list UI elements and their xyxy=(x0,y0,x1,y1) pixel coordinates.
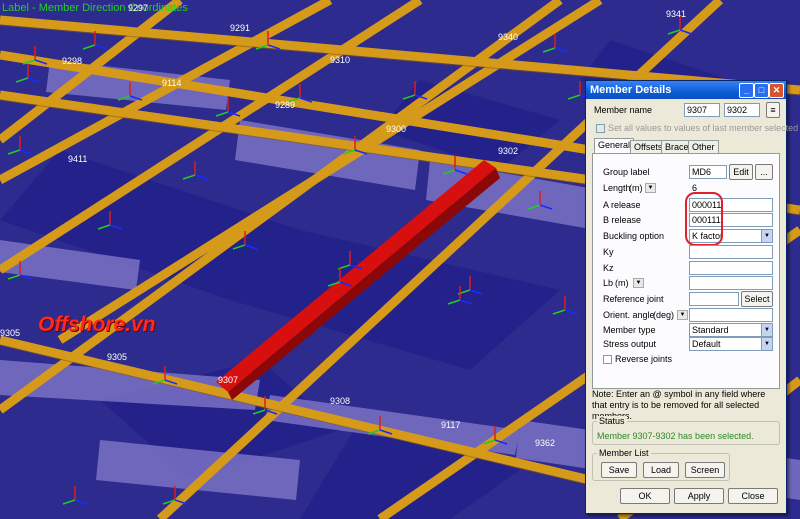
joint-label: 9305 xyxy=(107,352,128,362)
orient-angle-unit: (deg) xyxy=(653,310,675,320)
stress-output-label: Stress output xyxy=(603,339,657,349)
reverse-joints-label: Reverse joints xyxy=(615,354,673,364)
status-title: Status xyxy=(597,416,627,426)
joint-label: 9117 xyxy=(441,420,461,430)
lb-unit: (m) xyxy=(615,278,629,288)
joint-label: 9411 xyxy=(68,154,88,164)
select-button[interactable]: Select xyxy=(741,291,773,307)
member-type-value: Standard xyxy=(692,325,729,335)
stress-output-value: Default xyxy=(692,339,721,349)
joint-label: 9114 xyxy=(162,78,182,88)
more-button[interactable]: ... xyxy=(755,164,773,180)
joint-label: 9291 xyxy=(230,23,251,33)
joint-label: 9302 xyxy=(498,146,519,156)
b-release-label: B release xyxy=(603,215,642,225)
save-button[interactable]: Save xyxy=(601,462,637,478)
reference-joint-label: Reference joint xyxy=(603,294,664,304)
status-group: Status Member 9307-9302 has been selecte… xyxy=(592,416,780,445)
joint-label: 9307 xyxy=(218,375,239,385)
a-release-label: A release xyxy=(603,200,641,210)
ky-field[interactable] xyxy=(689,245,773,259)
general-panel: Group label MD6 Edit ... Length (m) ▼ 6 … xyxy=(592,153,780,389)
joint-label: 9341 xyxy=(666,9,687,19)
ok-button[interactable]: OK xyxy=(620,488,670,504)
stress-output-select[interactable]: Default ▼ xyxy=(689,337,773,351)
watermark-logo: Offshore.vn xyxy=(38,313,156,336)
member-type-select[interactable]: Standard ▼ xyxy=(689,323,773,337)
member-type-label: Member type xyxy=(603,325,656,335)
group-label-label: Group label xyxy=(603,167,650,177)
screen-button[interactable]: Screen xyxy=(685,462,725,478)
tab-other[interactable]: Other xyxy=(688,140,719,153)
status-text: Member 9307-9302 has been selected. xyxy=(597,431,754,441)
reference-joint-field[interactable] xyxy=(689,292,739,306)
member-list-icon[interactable]: ≡ xyxy=(766,102,780,118)
joint-label: 9310 xyxy=(330,55,351,65)
joint-label: 9300 xyxy=(386,124,407,134)
tab-general[interactable]: General xyxy=(594,138,635,153)
close-button[interactable]: Close xyxy=(728,488,778,504)
kz-field[interactable] xyxy=(689,261,773,275)
member-start-field[interactable]: 9307 xyxy=(684,103,720,117)
lb-field[interactable] xyxy=(689,276,773,290)
member-name-label: Member name xyxy=(594,105,653,115)
orient-angle-field[interactable] xyxy=(689,308,773,322)
edit-button[interactable]: Edit xyxy=(729,164,753,180)
reverse-joints-checkbox[interactable] xyxy=(603,355,612,364)
member-list-title: Member List xyxy=(597,448,651,458)
set-all-label: Set all values to values of last member … xyxy=(608,123,799,133)
member-list-group: Member List Save Load Screen xyxy=(592,448,730,481)
dialog-titlebar[interactable]: Member Details _ □ ✕ xyxy=(586,81,786,99)
group-label-field[interactable]: MD6 xyxy=(689,165,727,179)
member-end-field[interactable]: 9302 xyxy=(724,103,760,117)
lb-unit-dropdown[interactable]: ▼ xyxy=(633,278,644,288)
length-unit: (m) xyxy=(629,183,643,193)
joint-label: 9340 xyxy=(498,32,519,42)
chevron-down-icon[interactable]: ▼ xyxy=(761,324,772,336)
joint-label: 9362 xyxy=(535,438,556,448)
release-annotation-circle xyxy=(685,192,723,246)
chevron-down-icon[interactable]: ▼ xyxy=(761,338,772,350)
close-icon[interactable]: ✕ xyxy=(769,83,784,98)
length-label: Length xyxy=(603,183,631,193)
joint-label: 9297 xyxy=(128,3,149,13)
orient-angle-unit-dropdown[interactable]: ▼ xyxy=(677,310,688,320)
buckling-option-label: Buckling option xyxy=(603,231,665,241)
set-all-checkbox[interactable] xyxy=(596,124,605,133)
orient-angle-label: Orient. angle xyxy=(603,310,655,320)
dialog-title: Member Details xyxy=(590,84,672,96)
maximize-icon[interactable]: □ xyxy=(754,83,769,98)
apply-button[interactable]: Apply xyxy=(674,488,724,504)
load-button[interactable]: Load xyxy=(643,462,679,478)
viewport-status-label: Label - Member Direction Coordinates xyxy=(2,2,188,14)
minimize-icon[interactable]: _ xyxy=(739,83,754,98)
joint-label: 9305 xyxy=(0,328,21,338)
lb-label: Lb xyxy=(603,278,614,288)
joint-label: 9289 xyxy=(275,100,296,110)
joint-label: 9298 xyxy=(62,56,83,66)
kz-label: Kz xyxy=(603,263,614,273)
joint-label: 9308 xyxy=(330,396,351,406)
ky-label: Ky xyxy=(603,247,614,257)
chevron-down-icon[interactable]: ▼ xyxy=(761,230,772,242)
length-unit-dropdown[interactable]: ▼ xyxy=(645,183,656,193)
member-details-dialog[interactable]: Member Details _ □ ✕ Member name 9307 93… xyxy=(585,80,798,514)
